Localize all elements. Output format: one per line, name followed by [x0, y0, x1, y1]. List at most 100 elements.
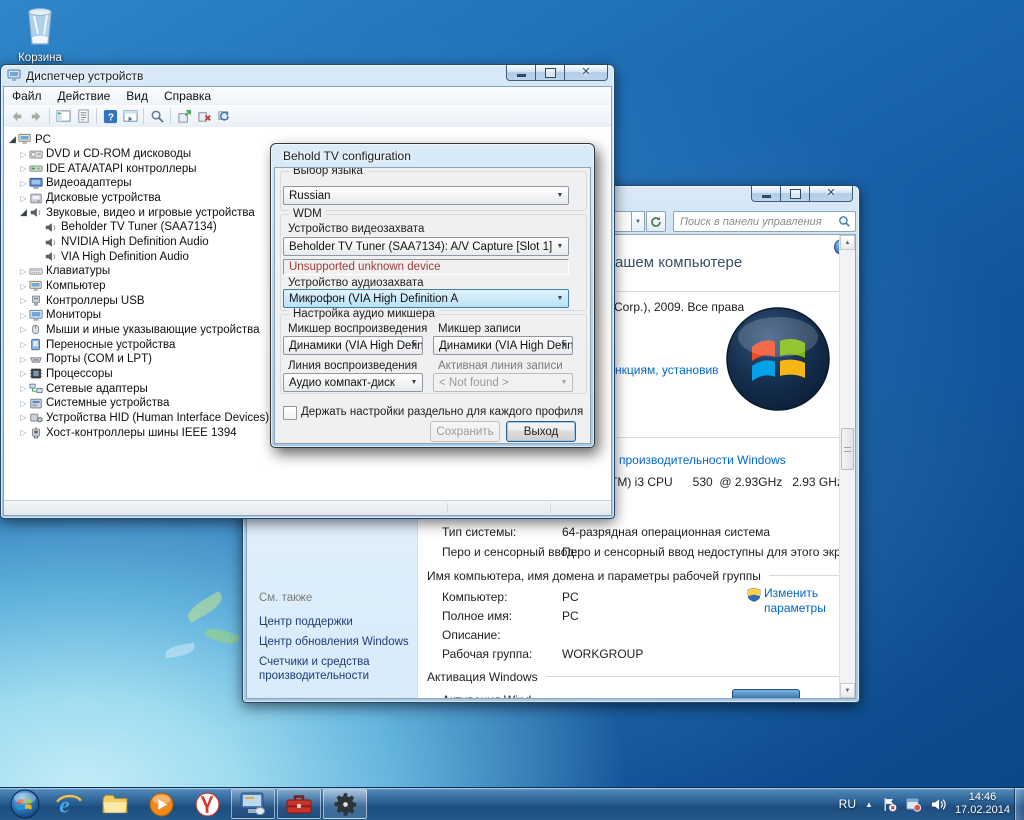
performance-link-fragment[interactable]: производительности Windows — [619, 453, 786, 467]
update-driver-button[interactable] — [174, 107, 194, 125]
scroll-thumb[interactable] — [841, 428, 854, 470]
expand-arrow-icon[interactable]: ▷ — [18, 164, 29, 173]
system-tray: RU ▲ 14:46 17.02.2014 — [839, 788, 1010, 820]
playback-mixer-combo[interactable]: Динамики (VIA High Definition ▼ — [283, 336, 423, 355]
device-manager-titlebar[interactable]: Диспетчер устройств ✕ — [1, 65, 614, 86]
maximize-button[interactable] — [780, 186, 810, 202]
behold-dialog-titlebar[interactable]: Behold TV configuration — [271, 144, 594, 167]
tree-item-label: Устройства HID (Human Interface Devices) — [46, 412, 269, 424]
search-box[interactable] — [673, 211, 856, 232]
chevron-down-icon: ▼ — [552, 238, 568, 255]
taskbar-clock[interactable]: 14:46 17.02.2014 — [955, 791, 1010, 817]
expand-arrow-icon[interactable]: ▷ — [18, 311, 29, 320]
properties-button[interactable] — [73, 107, 93, 125]
volume-icon[interactable] — [930, 797, 946, 812]
monitor-icon — [29, 309, 46, 322]
exit-button[interactable]: Выход — [506, 421, 576, 442]
help-button[interactable]: ? — [100, 107, 120, 125]
menu-file[interactable]: Файл — [4, 89, 50, 103]
minimize-button[interactable] — [751, 186, 781, 202]
expand-arrow-icon[interactable]: ▷ — [18, 296, 29, 305]
search-input[interactable] — [678, 213, 835, 230]
expand-arrow-icon[interactable]: ▷ — [18, 399, 29, 408]
recycle-bin[interactable]: Корзина — [8, 6, 72, 64]
menu-action[interactable]: Действие — [50, 89, 119, 103]
taskbar-internet-explorer[interactable]: e — [47, 789, 91, 819]
chevron-down-icon: ▼ — [552, 290, 568, 307]
expand-arrow-icon[interactable]: ▷ — [18, 384, 29, 393]
features-link-fragment[interactable]: нкциям, установив — [615, 363, 719, 377]
tree-item-label: Звуковые, видео и игровые устройства — [46, 207, 255, 219]
taskbar-behold-tv-config[interactable] — [323, 789, 367, 819]
toolbar-separator — [170, 108, 171, 124]
tree-item-label: Beholder TV Tuner (SAA7134) — [61, 221, 217, 233]
clock-time: 14:46 — [955, 791, 1010, 804]
scroll-up-arrow[interactable]: ▲ — [840, 235, 855, 250]
sidebar-link[interactable]: Центр обновления Windows — [259, 635, 409, 649]
taskbar-toolbox-app[interactable] — [277, 789, 321, 819]
expand-arrow-icon[interactable]: ▷ — [18, 179, 29, 188]
expand-arrow-icon[interactable]: ▷ — [18, 194, 29, 203]
computer-icon — [29, 280, 46, 293]
menu-view[interactable]: Вид — [118, 89, 156, 103]
minimize-button[interactable] — [506, 65, 536, 81]
audio-capture-combo[interactable]: Микрофон (VIA High Definition A ▼ — [283, 289, 569, 308]
playback-line-combo[interactable]: Аудио компакт-диск ▼ — [283, 373, 423, 392]
info-label: Перо и сенсорный ввод: — [442, 545, 577, 559]
taskbar-device-manager-task[interactable] — [231, 789, 275, 819]
show-console-tree-button[interactable] — [53, 107, 73, 125]
expand-arrow-icon[interactable]: ▷ — [18, 413, 29, 422]
collapse-arrow-icon[interactable]: ◢ — [7, 134, 18, 145]
video-capture-combo[interactable]: Beholder TV Tuner (SAA7134): A/V Capture… — [283, 237, 569, 256]
show-desktop-button[interactable] — [1014, 788, 1024, 820]
scan-hardware-changes-button[interactable] — [214, 107, 234, 125]
expand-arrow-icon[interactable]: ▷ — [18, 369, 29, 378]
uninstall-button[interactable] — [194, 107, 214, 125]
save-button[interactable]: Сохранить — [430, 421, 500, 442]
wallpaper-leaf-decoration — [164, 642, 195, 658]
desktop: Корзина ✕ ▼ См. также — [0, 0, 1024, 820]
record-mixer-combo[interactable]: Динамики (VIA High Definition ▼ — [433, 336, 573, 355]
sidebar-link[interactable]: Центр поддержки — [259, 615, 409, 629]
tree-item-label: Хост-контроллеры шины IEEE 1394 — [46, 427, 237, 439]
items-window-button[interactable] — [120, 107, 140, 125]
refresh-button[interactable] — [646, 211, 666, 232]
address-dropdown-button[interactable]: ▼ — [632, 211, 645, 232]
forward-button[interactable] — [26, 107, 46, 125]
change-settings-link[interactable]: Изменить параметры — [764, 586, 826, 616]
taskbar-windows-explorer[interactable] — [93, 789, 137, 819]
close-button[interactable]: ✕ — [564, 65, 608, 81]
sidebar-link[interactable]: Счетчики и средства производительности — [259, 655, 409, 683]
windows-update-icon[interactable] — [906, 797, 921, 812]
expand-arrow-icon[interactable]: ▷ — [18, 428, 29, 437]
uac-shield-icon — [747, 587, 761, 607]
language-indicator[interactable]: RU — [839, 797, 856, 811]
expand-arrow-icon[interactable]: ▷ — [18, 325, 29, 334]
expand-arrow-icon[interactable]: ▷ — [18, 267, 29, 276]
find-button[interactable] — [147, 107, 167, 125]
collapse-arrow-icon[interactable]: ◢ — [18, 207, 29, 218]
action-center-icon[interactable] — [882, 797, 897, 812]
start-button[interactable] — [5, 789, 45, 819]
unsupported-device-warning: Unsupported unknown device — [283, 259, 569, 275]
expand-arrow-icon[interactable]: ▷ — [18, 150, 29, 159]
ide-controller-icon — [29, 162, 46, 175]
taskbar-yandex-browser[interactable] — [185, 789, 229, 819]
taskbar-media-player[interactable] — [139, 789, 183, 819]
expand-arrow-icon[interactable]: ▷ — [18, 340, 29, 349]
keyboard-icon — [29, 265, 46, 278]
activation-partial-button[interactable] — [732, 689, 800, 699]
tree-item-label: Клавиатуры — [46, 265, 110, 277]
menu-help[interactable]: Справка — [156, 89, 219, 103]
language-combo[interactable]: Russian ▼ — [283, 186, 569, 205]
scrollbar[interactable]: ▲ ▼ — [839, 235, 855, 698]
maximize-button[interactable] — [535, 65, 565, 81]
expand-arrow-icon[interactable]: ▷ — [18, 282, 29, 291]
scroll-down-arrow[interactable]: ▼ — [840, 683, 855, 698]
hidden-icons-button[interactable]: ▲ — [865, 800, 873, 809]
expand-arrow-icon[interactable]: ▷ — [18, 355, 29, 364]
info-label: Компьютер: — [442, 590, 507, 604]
back-button[interactable] — [6, 107, 26, 125]
close-button[interactable]: ✕ — [809, 186, 853, 202]
per-profile-checkbox[interactable] — [283, 406, 297, 420]
